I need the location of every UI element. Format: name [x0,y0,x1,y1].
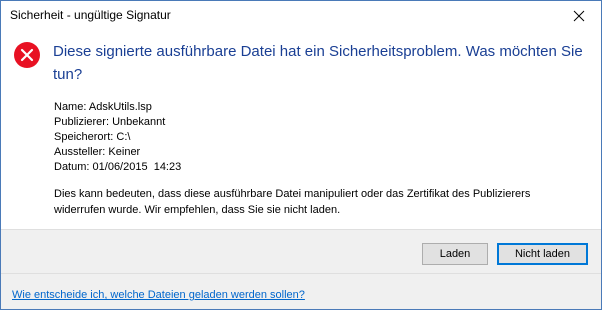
detail-value: C:\ [116,131,131,143]
detail-label: Datum: [54,161,90,173]
security-dialog: Sicherheit - ungültige Signatur Diese si… [0,0,602,310]
close-icon [573,10,584,22]
detail-location: Speicherort: C:\ [54,130,181,145]
detail-label: Name: [54,101,87,113]
warning-text: Dies kann bedeuten, dass diese ausführba… [54,188,531,216]
detail-value: 01/06/2015 14:23 [92,161,182,173]
detail-date: Datum: 01/06/2015 14:23 [54,160,181,175]
file-details: Name: AdskUtils.lsp Publizierer: Unbekan… [54,100,181,175]
detail-name: Name: AdskUtils.lsp [54,100,181,115]
button-bar: Laden Nicht laden [1,229,601,273]
detail-label: Speicherort: [54,131,114,143]
load-button[interactable]: Laden [422,243,488,265]
headline: Diese signierte ausführbare Datei hat ei… [53,43,583,83]
title-bar: Sicherheit - ungültige Signatur [1,1,601,31]
close-button[interactable] [556,1,601,31]
help-link[interactable]: Wie entscheide ich, welche Dateien gelad… [12,289,305,301]
error-icon [14,42,40,68]
window-title: Sicherheit - ungültige Signatur [10,8,171,22]
message-area: Diese signierte ausführbare Datei hat ei… [1,31,601,229]
detail-value: Keiner [108,146,141,158]
detail-label: Aussteller: [54,146,106,158]
detail-value: AdskUtils.lsp [88,101,152,113]
detail-value: Unbekannt [112,116,166,128]
footer: Wie entscheide ich, welche Dateien gelad… [1,273,601,309]
do-not-load-button[interactable]: Nicht laden [497,243,588,265]
detail-publisher: Publizierer: Unbekannt [54,115,181,130]
detail-label: Publizierer: [54,116,110,128]
detail-issuer: Aussteller: Keiner [54,145,181,160]
